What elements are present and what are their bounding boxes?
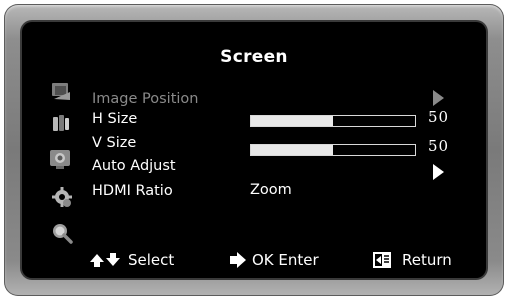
v-size-value: 50 <box>428 137 450 155</box>
footer-enter-hint: OK Enter <box>228 250 319 270</box>
v-size-label[interactable]: V Size <box>92 134 136 152</box>
hdmi-ratio-label[interactable]: HDMI Ratio <box>92 182 173 200</box>
image-position-arrow-icon <box>433 90 444 106</box>
v-size-slider-fill <box>251 145 333 155</box>
up-down-arrows-icon <box>90 253 120 267</box>
footer-enter-label: OK Enter <box>252 251 319 269</box>
color-icon[interactable] <box>50 112 72 134</box>
settings-gear-icon[interactable] <box>51 186 73 208</box>
auto-adjust-label[interactable]: Auto Adjust <box>92 157 176 175</box>
h-size-slider-fill <box>251 116 333 126</box>
footer-select-hint: Select <box>88 250 174 270</box>
screen-icon[interactable] <box>49 148 71 170</box>
footer-select-label: Select <box>128 251 175 269</box>
magnifier-icon[interactable] <box>51 222 73 244</box>
footer-return-label: Return <box>402 251 452 269</box>
h-size-value: 50 <box>428 108 450 126</box>
return-icon <box>373 252 391 268</box>
v-size-slider[interactable] <box>250 144 416 156</box>
image-position-label[interactable]: Image Position <box>92 90 198 108</box>
ok-arrow-icon <box>230 252 246 268</box>
menu-title: Screen <box>220 47 288 67</box>
h-size-slider[interactable] <box>250 115 416 127</box>
picture-icon[interactable] <box>50 80 72 102</box>
h-size-label[interactable]: H Size <box>92 110 137 128</box>
hdmi-ratio-value[interactable]: Zoom <box>250 182 292 198</box>
auto-adjust-arrow-icon[interactable] <box>433 164 444 180</box>
footer-return-hint: Return <box>372 250 452 270</box>
